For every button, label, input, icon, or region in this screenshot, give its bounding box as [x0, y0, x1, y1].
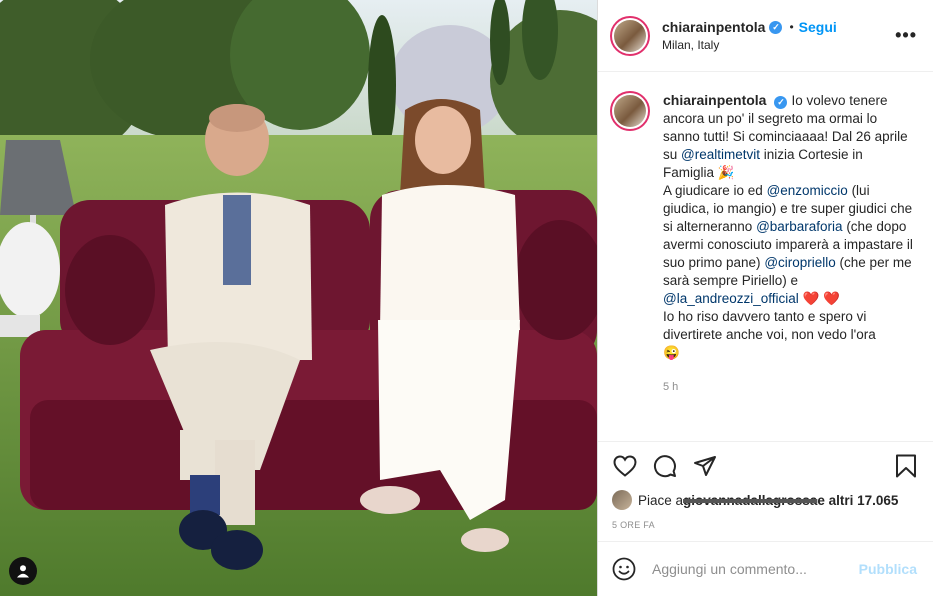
caption-author-avatar[interactable]	[610, 91, 650, 131]
action-icons-row	[612, 452, 919, 480]
mention-link[interactable]: @enzomiccio	[767, 183, 848, 198]
mention-link[interactable]: @ciropriello	[764, 255, 835, 270]
likes-summary: Piace a giovannadallagrossa e altri 17.0…	[612, 490, 919, 510]
more-options-icon[interactable]: •••	[895, 25, 917, 46]
caption-segment: Io ho riso davvero tanto e spero vi dive…	[663, 309, 876, 342]
instagram-post: chiarainpentola ✓ • Segui Milan, Italy •…	[0, 0, 933, 596]
comment-icon	[654, 455, 676, 478]
hearts-emoji: ❤️ ❤️	[798, 291, 840, 306]
emoji-icon[interactable]	[612, 557, 636, 581]
separator-dot: •	[789, 20, 794, 34]
comment-input[interactable]	[652, 561, 859, 577]
liker-username[interactable]: giovannadallagrossa	[683, 493, 817, 508]
post-photo[interactable]	[0, 0, 597, 596]
verified-badge-icon: ✓	[769, 20, 783, 34]
post-header: chiarainpentola ✓ • Segui Milan, Italy •…	[598, 0, 933, 72]
caption-area: chiarainpentola ✓ Io volevo tenere ancora …	[598, 73, 933, 439]
post-actions: Piace a giovannadallagrossa e altri 17.0…	[598, 441, 933, 530]
post-timestamp[interactable]: 5 ORE FA	[612, 520, 919, 530]
follow-button[interactable]: Segui	[799, 19, 837, 35]
author-info: chiarainpentola ✓ • Segui Milan, Italy	[662, 19, 895, 52]
user-tag-button[interactable]	[9, 557, 37, 585]
caption-segment: A giudicare io ed	[663, 183, 767, 198]
mention-link[interactable]: @realtimetvit	[681, 147, 760, 162]
publish-button[interactable]: Pubblica	[859, 561, 917, 577]
author-username[interactable]: chiarainpentola	[662, 19, 765, 35]
caption-text: chiarainpentola ✓ Io volevo tenere ancora …	[663, 91, 917, 439]
like-button[interactable]	[612, 453, 638, 479]
bookmark-icon	[896, 454, 916, 478]
wink-emoji: 😜	[663, 345, 680, 360]
comment-box: Pubblica	[598, 541, 933, 596]
mention-link[interactable]: @barbaraforia	[756, 219, 843, 234]
save-button[interactable]	[893, 453, 919, 479]
likes-count[interactable]: e altri 17.065	[817, 493, 898, 508]
heart-icon	[613, 455, 637, 477]
user-tag-icon	[17, 565, 29, 578]
mention-link[interactable]: @la_andreozzi_official	[663, 291, 799, 306]
post-location[interactable]: Milan, Italy	[662, 38, 895, 52]
comment-button[interactable]	[652, 453, 678, 479]
likes-prefix: Piace a	[638, 492, 684, 508]
author-avatar[interactable]	[610, 15, 650, 56]
photo-illustration	[0, 0, 597, 596]
caption-time[interactable]: 5 h	[663, 378, 917, 396]
share-icon	[694, 456, 716, 476]
share-button[interactable]	[692, 453, 718, 479]
verified-badge-icon: ✓	[774, 95, 788, 109]
caption-username[interactable]: chiarainpentola	[663, 92, 766, 108]
post-side-panel: chiarainpentola ✓ • Segui Milan, Italy •…	[597, 0, 933, 596]
liker-avatar[interactable]	[612, 490, 632, 510]
